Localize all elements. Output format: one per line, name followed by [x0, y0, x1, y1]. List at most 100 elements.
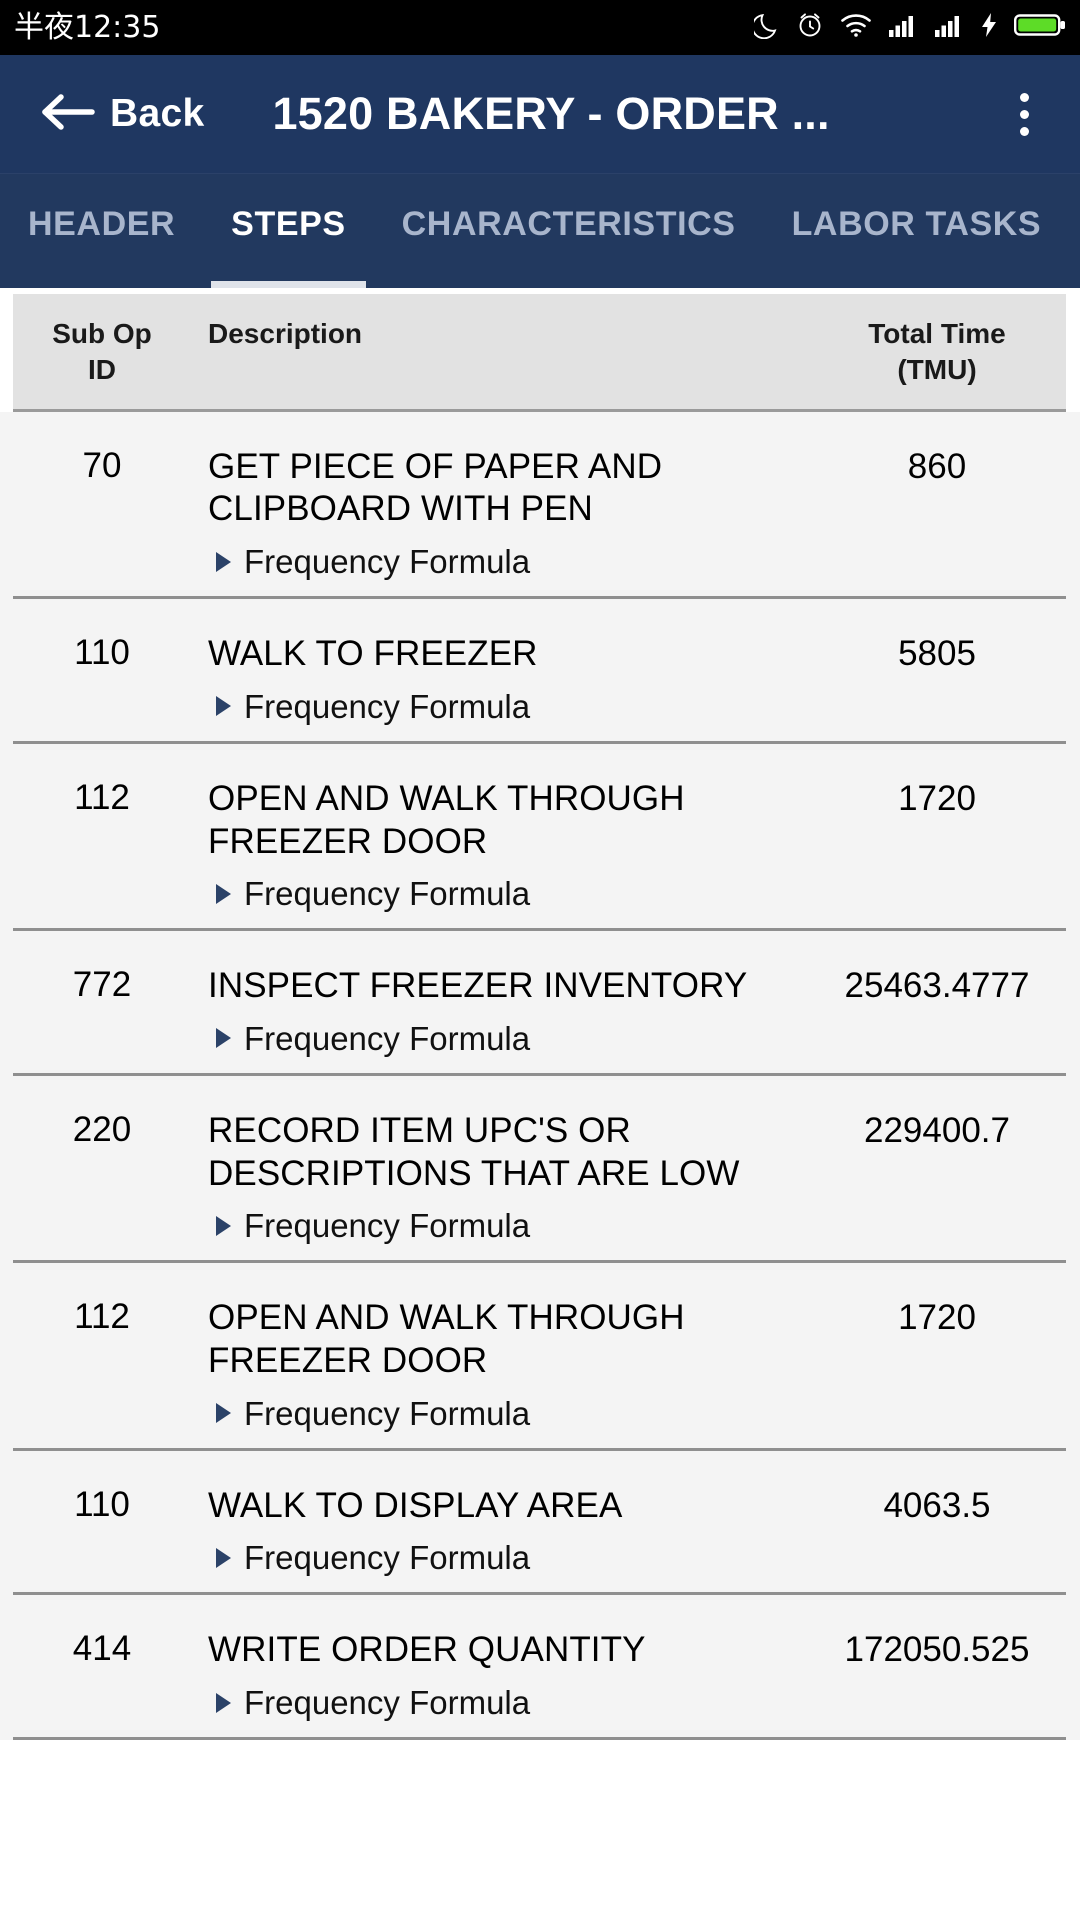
sub-op-id-value: 110 — [74, 633, 130, 673]
tab-label: CHARACTERISTICS — [401, 205, 736, 243]
page-title: 1520 BAKERY - ORDER ... — [272, 88, 830, 139]
total-time-value: 172050.525 — [844, 1630, 1030, 1670]
overflow-dot — [1019, 109, 1029, 119]
tab-characteristics[interactable]: CHARACTERISTICS — [374, 174, 764, 288]
description-value: INSPECT FREEZER INVENTORY — [208, 966, 748, 1006]
overflow-dot — [1019, 92, 1029, 102]
frequency-formula-label: Frequency Formula — [244, 1019, 531, 1057]
cell-sub-op-id: 772 — [13, 965, 183, 1005]
cell-description: RECORD ITEM UPC'S OR DESCRIPTIONS THAT A… — [183, 1110, 816, 1242]
sub-op-id-line-2: ID — [88, 354, 116, 386]
tab-label: HEADER — [28, 205, 176, 243]
total-time-value: 860 — [907, 446, 967, 486]
description-value: WALK TO FREEZER — [208, 634, 538, 674]
chevron-right-icon — [216, 1547, 231, 1568]
sub-op-id-value: 110 — [74, 1484, 130, 1524]
cell-sub-op-id: 112 — [13, 778, 183, 818]
cell-total-time: 860 — [816, 446, 1066, 489]
table-row[interactable]: 70 GET PIECE OF PAPER AND CLIPBOARD WITH… — [13, 412, 1066, 600]
frequency-formula-toggle[interactable]: Frequency Formula — [208, 1209, 816, 1242]
description-label: Description — [208, 318, 363, 349]
frequency-formula-label: Frequency Formula — [244, 1684, 531, 1722]
cell-sub-op-id: 414 — [13, 1629, 183, 1669]
moon-icon — [751, 11, 780, 44]
cell-total-time: 1720 — [816, 1297, 1066, 1340]
table-body: 70 GET PIECE OF PAPER AND CLIPBOARD WITH… — [0, 411, 1080, 1741]
status-icons — [751, 11, 1066, 44]
cell-description: WRITE ORDER QUANTITY Frequency Formula — [183, 1629, 816, 1719]
cell-total-time: 229400.7 — [816, 1110, 1066, 1153]
description-value: WRITE ORDER QUANTITY — [208, 1630, 646, 1670]
total-time-value: 5805 — [898, 634, 976, 674]
frequency-formula-label: Frequency Formula — [244, 1207, 531, 1245]
description-value: WALK TO DISPLAY AREA — [208, 1485, 623, 1525]
description-value: OPEN AND WALK THROUGH FREEZER DOOR — [208, 1298, 685, 1380]
sub-op-id-value: 112 — [74, 777, 130, 817]
cell-description: WALK TO DISPLAY AREA Frequency Formula — [183, 1485, 816, 1575]
table-row[interactable]: 110 WALK TO DISPLAY AREA Frequency Formu… — [13, 1451, 1066, 1596]
frequency-formula-label: Frequency Formula — [244, 1539, 531, 1577]
frequency-formula-label: Frequency Formula — [244, 1394, 531, 1432]
frequency-formula-toggle[interactable]: Frequency Formula — [208, 877, 816, 910]
tab-header[interactable]: HEADER — [0, 174, 203, 288]
cell-description: OPEN AND WALK THROUGH FREEZER DOOR Frequ… — [183, 1297, 816, 1429]
column-header-description: Description — [183, 316, 816, 389]
signal-2-icon — [934, 12, 964, 43]
table-header-row: Sub Op ID Description Total Time (TMU) — [13, 294, 1066, 412]
table-row[interactable]: 112 OPEN AND WALK THROUGH FREEZER DOOR F… — [13, 1263, 1066, 1451]
sub-op-id-value: 414 — [72, 1629, 132, 1669]
cell-sub-op-id: 70 — [13, 446, 183, 486]
total-time-value: 25463.4777 — [844, 966, 1030, 1006]
total-time-line-1: Total Time — [868, 318, 1006, 349]
frequency-formula-toggle[interactable]: Frequency Formula — [208, 1686, 816, 1719]
cell-sub-op-id: 220 — [13, 1110, 183, 1150]
total-time-line-2: (TMU) — [897, 354, 977, 386]
cell-description: WALK TO FREEZER Frequency Formula — [183, 633, 816, 723]
cell-description: GET PIECE OF PAPER AND CLIPBOARD WITH PE… — [183, 446, 816, 578]
table-row[interactable]: 220 RECORD ITEM UPC'S OR DESCRIPTIONS TH… — [13, 1076, 1066, 1264]
total-time-value: 229400.7 — [864, 1110, 1010, 1150]
table-row[interactable]: 772 INSPECT FREEZER INVENTORY Frequency … — [13, 931, 1066, 1076]
battery-icon — [1014, 11, 1066, 44]
cell-sub-op-id: 112 — [13, 1297, 183, 1337]
overflow-menu-icon[interactable] — [994, 74, 1054, 154]
description-value: OPEN AND WALK THROUGH FREEZER DOOR — [208, 778, 685, 861]
chevron-right-icon — [216, 1403, 231, 1424]
frequency-formula-toggle[interactable]: Frequency Formula — [208, 1022, 816, 1055]
signal-1-icon — [888, 12, 918, 43]
frequency-formula-toggle[interactable]: Frequency Formula — [208, 1397, 816, 1430]
description-value: GET PIECE OF PAPER AND CLIPBOARD WITH PE… — [208, 446, 663, 529]
back-button[interactable]: Back — [40, 91, 204, 138]
status-bar: 半夜12:35 — [0, 0, 1080, 55]
chevron-right-icon — [216, 1692, 231, 1713]
app-bar: Back 1520 BAKERY - ORDER ... — [0, 55, 1080, 173]
overflow-dot — [1019, 126, 1029, 136]
description-value: RECORD ITEM UPC'S OR DESCRIPTIONS THAT A… — [208, 1110, 740, 1193]
sub-op-id-value: 70 — [82, 445, 122, 485]
chevron-right-icon — [216, 551, 231, 572]
tab-bar: HEADER STEPS CHARACTERISTICS LABOR TASKS — [0, 173, 1080, 288]
tab-label: STEPS — [231, 205, 346, 243]
cell-total-time: 172050.525 — [816, 1629, 1066, 1672]
total-time-value: 1720 — [898, 1298, 976, 1338]
status-time: 半夜12:35 — [14, 9, 161, 45]
cell-total-time: 4063.5 — [816, 1485, 1066, 1528]
frequency-formula-toggle[interactable]: Frequency Formula — [208, 690, 816, 723]
tab-label: LABOR TASKS — [791, 205, 1042, 243]
total-time-value: 1720 — [898, 778, 976, 818]
steps-table: Sub Op ID Description Total Time (TMU) 7… — [0, 288, 1080, 1920]
cell-description: INSPECT FREEZER INVENTORY Frequency Form… — [183, 965, 816, 1055]
back-button-label: Back — [110, 92, 205, 135]
tab-steps[interactable]: STEPS — [203, 174, 373, 288]
sub-op-id-value: 112 — [74, 1297, 130, 1337]
cell-total-time: 1720 — [816, 778, 1066, 821]
tab-labor-tasks[interactable]: LABOR TASKS — [764, 174, 1070, 288]
cell-sub-op-id: 110 — [13, 1485, 183, 1525]
table-row[interactable]: 110 WALK TO FREEZER Frequency Formula 58… — [13, 599, 1066, 744]
column-header-sub-op-id: Sub Op ID — [13, 316, 183, 389]
table-row[interactable]: 414 WRITE ORDER QUANTITY Frequency Formu… — [13, 1595, 1066, 1741]
frequency-formula-toggle[interactable]: Frequency Formula — [208, 545, 816, 578]
table-row[interactable]: 112 OPEN AND WALK THROUGH FREEZER DOOR F… — [13, 744, 1066, 932]
frequency-formula-toggle[interactable]: Frequency Formula — [208, 1541, 816, 1574]
back-arrow-icon — [40, 91, 96, 138]
